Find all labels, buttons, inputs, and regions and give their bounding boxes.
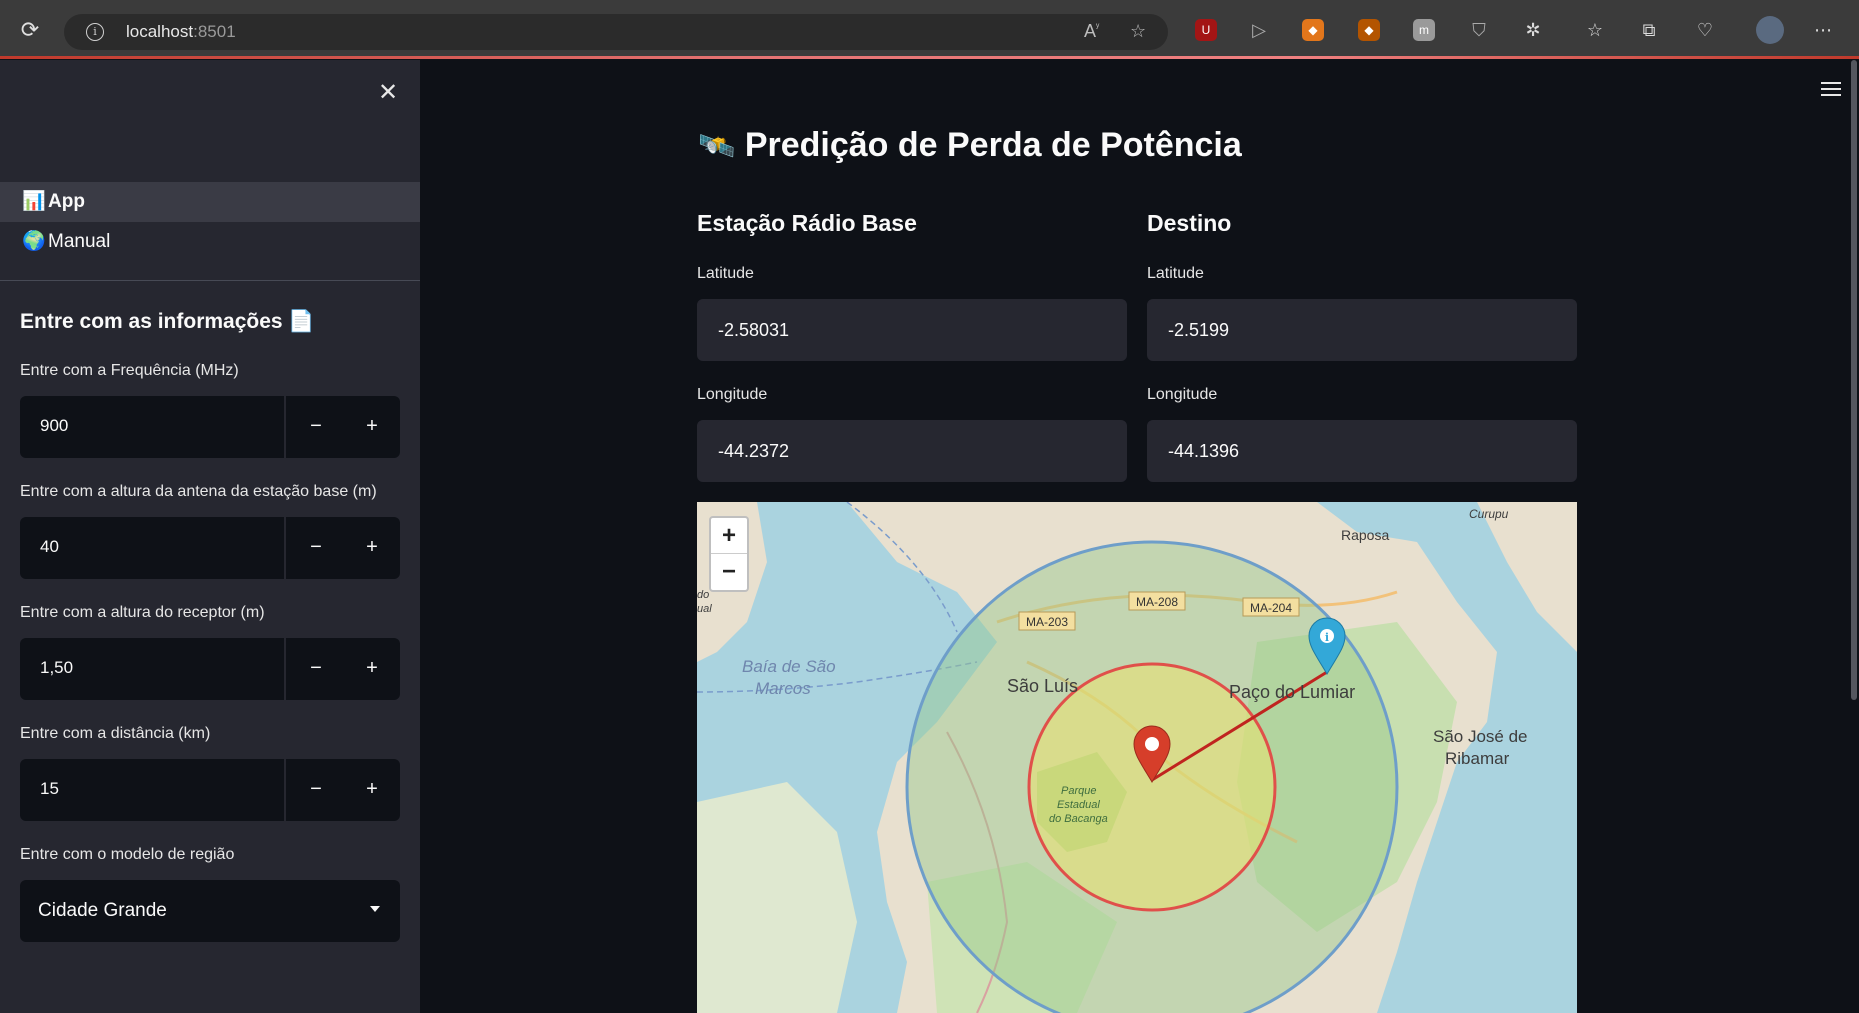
m-extension-icon[interactable]: m [1413, 19, 1435, 41]
frequency-increment-button[interactable]: + [344, 396, 400, 458]
destination-latitude-label: Latitude [1147, 265, 1204, 282]
zoom-control: + − [709, 516, 749, 592]
park-label-2: Estadual [1057, 799, 1100, 811]
sidebar-item-label: App [48, 191, 85, 212]
distance-label: Entre com a distância (km) [20, 725, 211, 742]
raposa-label: Raposa [1341, 527, 1389, 543]
distance-input[interactable]: 15 [40, 779, 59, 799]
profile-avatar[interactable] [1756, 16, 1784, 44]
park-label: Parque [1061, 785, 1096, 797]
favorite-add-icon[interactable]: ☆ [1130, 21, 1146, 42]
base-height-label: Entre com a altura da antena da estação … [20, 483, 377, 500]
ublock-extension-icon[interactable]: U [1195, 19, 1217, 41]
sidebar-title: Entre com as informações 📄 [20, 310, 315, 333]
edge-label: do [697, 589, 709, 601]
loading-bar [0, 56, 1859, 59]
base-height-input[interactable]: 40 [40, 537, 59, 557]
paco-label: Paço do Lumiar [1229, 682, 1355, 702]
frequency-decrement-button[interactable]: − [288, 396, 344, 458]
metamask-extension-icon[interactable]: ◆ [1302, 19, 1324, 41]
hamburger-menu-icon[interactable] [1821, 82, 1841, 100]
url-text: localhost:8501 [126, 22, 236, 41]
zoom-out-button[interactable]: − [711, 554, 747, 590]
distance-increment-button[interactable]: + [344, 759, 400, 821]
mainland-southwest [697, 782, 857, 1013]
play-extension-icon[interactable]: ▷ [1248, 19, 1270, 41]
northeast-land [1477, 502, 1577, 652]
distance-decrement-button[interactable]: − [288, 759, 344, 821]
destination-longitude-label: Longitude [1147, 386, 1218, 403]
divider [284, 396, 286, 458]
bay-label-2: Marcos [755, 679, 811, 698]
road-shield-label: MA-203 [1026, 615, 1068, 629]
shield-extension-icon[interactable]: ⛉ [1468, 19, 1490, 41]
address-bar[interactable]: i localhost:8501 Aʸ ☆ [64, 14, 1168, 50]
base-height-increment-button[interactable]: + [344, 517, 400, 579]
receiver-height-input[interactable]: 1,50 [40, 658, 73, 678]
bar-chart-icon: 📊 [22, 191, 46, 212]
divider [0, 280, 420, 281]
region-label: Entre com o modelo de região [20, 846, 235, 863]
sidebar: ✕ 📊 App 🌍 Manual Entre com as informações … [0, 60, 420, 1013]
health-icon[interactable]: ♡ [1694, 19, 1716, 41]
base-longitude-label: Longitude [697, 386, 768, 403]
reload-icon[interactable]: ⟳ [18, 18, 42, 42]
edge-label-2: ual [697, 603, 712, 615]
collections-icon[interactable]: ⧉ [1638, 19, 1660, 41]
base-height-decrement-button[interactable]: − [288, 517, 344, 579]
receiver-height-increment-button[interactable]: + [344, 638, 400, 700]
sidebar-item-app[interactable]: 📊 App [0, 182, 420, 222]
road-shield-label: MA-204 [1250, 601, 1292, 615]
destination-latitude-input[interactable]: -2.5199 [1147, 299, 1577, 361]
read-aloud-icon[interactable]: Aʸ [1084, 21, 1099, 42]
base-height-stepper: 40 − + [20, 517, 400, 579]
sjr-label-2: Ribamar [1445, 749, 1510, 768]
distance-stepper: 15 − + [20, 759, 400, 821]
sidebar-item-manual[interactable]: 🌍 Manual [0, 222, 420, 262]
scrollbar[interactable] [1851, 60, 1857, 700]
curupu-label: Curupu [1469, 507, 1509, 521]
base-latitude-input[interactable]: -2.58031 [697, 299, 1127, 361]
zoom-in-button[interactable]: + [711, 518, 747, 554]
extension-icon[interactable]: ◆ [1358, 19, 1380, 41]
base-longitude-input[interactable]: -44.2372 [697, 420, 1127, 482]
frequency-label: Entre com a Frequência (MHz) [20, 362, 239, 379]
divider [284, 517, 286, 579]
receiver-height-decrement-button[interactable]: − [288, 638, 344, 700]
park-label-3: do Bacanga [1049, 813, 1108, 825]
favorites-icon[interactable]: ☆ [1584, 19, 1606, 41]
frequency-input[interactable]: 900 [40, 416, 68, 436]
map[interactable]: i Baía de São Marcos São Luís Paço do Lu… [697, 502, 1577, 1013]
close-sidebar-icon[interactable]: ✕ [378, 78, 398, 107]
base-latitude-label: Latitude [697, 265, 754, 282]
destination-heading: Destino [1147, 210, 1232, 236]
receiver-height-label: Entre com a altura do receptor (m) [20, 604, 265, 621]
extensions-puzzle-icon[interactable]: ✲ [1522, 19, 1544, 41]
svg-text:i: i [1325, 631, 1329, 644]
frequency-stepper: 900 − + [20, 396, 400, 458]
main-content: 🛰️ Predição de Perda de Potência Estação… [420, 60, 1859, 1013]
satellite-icon: 🛰️ [698, 130, 736, 163]
more-menu-icon[interactable]: ⋯ [1812, 19, 1834, 41]
sidebar-item-label: Manual [48, 231, 111, 252]
chevron-down-icon [370, 906, 380, 912]
bay-label: Baía de São [742, 657, 836, 676]
city-label: São Luís [1007, 676, 1078, 696]
sjr-label: São José de [1433, 727, 1528, 746]
region-select[interactable]: Cidade Grande [20, 880, 400, 942]
destination-longitude-input[interactable]: -44.1396 [1147, 420, 1577, 482]
page-title-text: Predição de Perda de Potência [744, 126, 1242, 164]
map-canvas[interactable]: i Baía de São Marcos São Luís Paço do Lu… [697, 502, 1577, 1013]
region-select-value: Cidade Grande [38, 900, 167, 921]
base-station-heading: Estação Rádio Base [697, 210, 917, 236]
road-shield-label: MA-208 [1136, 595, 1178, 609]
site-info-icon[interactable]: i [86, 23, 104, 41]
receiver-height-stepper: 1,50 − + [20, 638, 400, 700]
globe-icon [1145, 737, 1159, 751]
page-title: 🛰️ Predição de Perda de Potência [698, 126, 1242, 165]
divider [284, 759, 286, 821]
browser-toolbar: ⟳ i localhost:8501 Aʸ ☆ U ▷ ◆ ◆ m ⛉ ✲ ☆ … [0, 0, 1859, 59]
divider [284, 638, 286, 700]
globe-icon: 🌍 [22, 231, 46, 252]
